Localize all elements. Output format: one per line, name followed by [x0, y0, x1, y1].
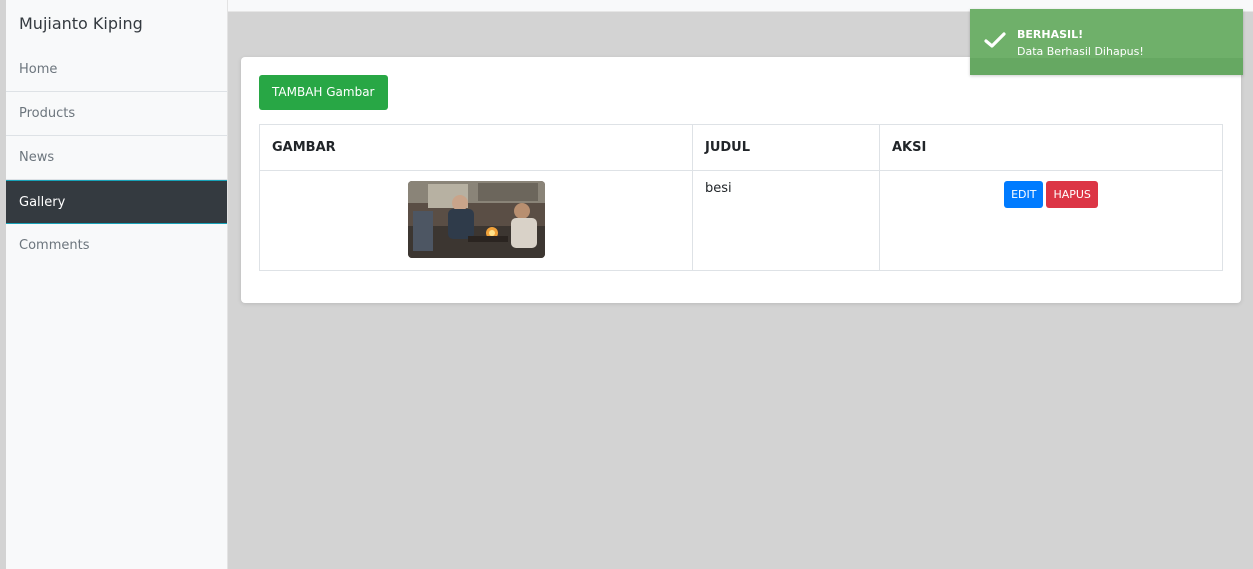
- toast-progress-bar: [970, 58, 1243, 75]
- sidebar-item-gallery[interactable]: Gallery: [6, 180, 227, 224]
- toast-message: Data Berhasil Dihapus!: [1017, 45, 1144, 58]
- success-toast[interactable]: BERHASIL! Data Berhasil Dihapus!: [970, 9, 1243, 75]
- cell-judul: besi: [692, 170, 880, 271]
- header-gambar: GAMBAR: [259, 124, 693, 171]
- header-aksi: AKSI: [879, 124, 1223, 171]
- sidebar-item-news[interactable]: News: [6, 136, 227, 180]
- sidebar-item-comments[interactable]: Comments: [6, 224, 227, 268]
- sidebar-item-home[interactable]: Home: [6, 48, 227, 92]
- cell-aksi: EDIT HAPUS: [879, 170, 1223, 271]
- add-image-button[interactable]: TAMBAH Gambar: [259, 75, 388, 110]
- toast-title: BERHASIL!: [1017, 28, 1084, 41]
- workshop-photo-icon: [407, 181, 545, 258]
- cell-gambar: [259, 170, 693, 271]
- gallery-card: TAMBAH Gambar GAMBAR JUDUL AKSI besi EDI…: [241, 57, 1241, 303]
- delete-button[interactable]: HAPUS: [1046, 181, 1098, 208]
- table-header-row: GAMBAR JUDUL AKSI: [259, 124, 1223, 171]
- header-judul: JUDUL: [692, 124, 880, 171]
- check-icon: [984, 31, 1006, 53]
- gallery-table: GAMBAR JUDUL AKSI besi EDIT HAPUS: [259, 124, 1223, 271]
- edit-button[interactable]: EDIT: [1004, 181, 1044, 208]
- table-row: besi EDIT HAPUS: [259, 170, 1223, 271]
- brand-title[interactable]: Mujianto Kiping: [6, 0, 227, 48]
- sidebar: Mujianto Kiping Home Products News Galle…: [6, 0, 228, 569]
- sidebar-item-products[interactable]: Products: [6, 92, 227, 136]
- gallery-thumbnail: [407, 181, 545, 258]
